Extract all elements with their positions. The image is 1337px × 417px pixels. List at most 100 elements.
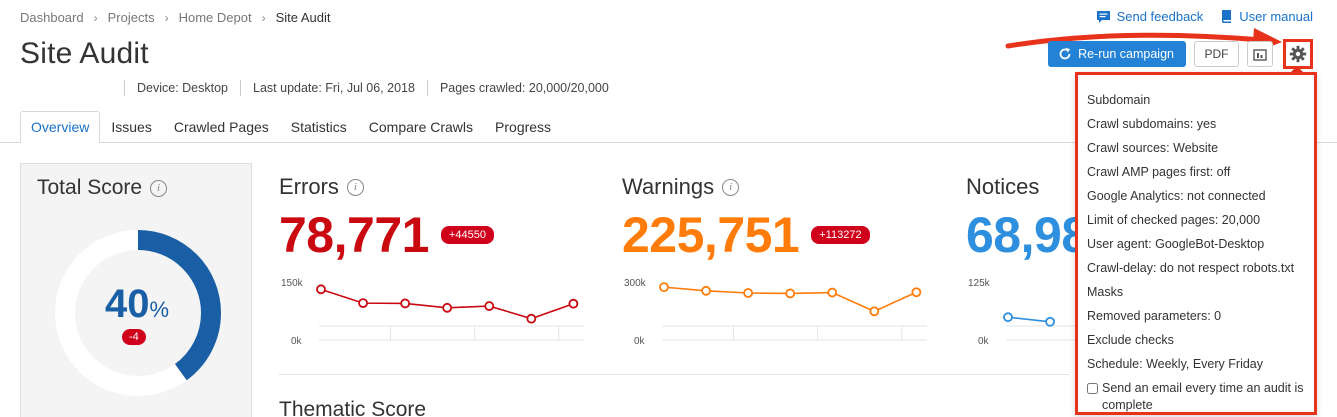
- header-links: Send feedback User manual: [1096, 9, 1313, 24]
- trend-point[interactable]: [785, 288, 796, 299]
- settings-item[interactable]: Subdomain: [1087, 88, 1304, 112]
- email-notification-label: Send an email every time an audit is com…: [1102, 381, 1304, 412]
- page-title: Site Audit: [20, 37, 149, 70]
- y-axis-min-label: 0k: [634, 336, 646, 347]
- breadcrumb-dashboard[interactable]: Dashboard: [20, 10, 84, 25]
- settings-item[interactable]: Crawl AMP pages first: off: [1087, 160, 1304, 184]
- trend-point[interactable]: [743, 288, 754, 298]
- info-icon[interactable]: i: [150, 179, 168, 197]
- trend-point[interactable]: [911, 287, 922, 298]
- warnings-trend-chart: 300k 0k: [624, 278, 927, 347]
- breadcrumb-project[interactable]: Home Depot: [179, 10, 252, 25]
- pdf-button[interactable]: PDF: [1194, 41, 1239, 67]
- settings-item[interactable]: Crawl-delay: do not respect robots.txt: [1087, 256, 1304, 280]
- settings-item[interactable]: Removed parameters: 0: [1087, 304, 1304, 328]
- settings-item[interactable]: Google Analytics: not connected: [1087, 184, 1304, 208]
- user-manual-label: User manual: [1239, 9, 1313, 24]
- warnings-count[interactable]: 225,751: [622, 206, 800, 264]
- total-score-card: Total Score i 40% -4: [20, 163, 252, 417]
- trend-point[interactable]: [400, 298, 411, 309]
- trend-point[interactable]: [358, 298, 368, 309]
- toolbar: Re-run campaign PDF: [1048, 39, 1313, 69]
- y-axis-max-label: 300k: [624, 278, 647, 289]
- section-divider: [279, 374, 1069, 375]
- settings-item[interactable]: Exclude checks: [1087, 328, 1304, 352]
- chevron-right-icon: ›: [261, 10, 266, 25]
- tab-issues[interactable]: Issues: [100, 111, 162, 143]
- tab-statistics[interactable]: Statistics: [280, 111, 358, 143]
- settings-button[interactable]: [1283, 39, 1313, 69]
- export-button[interactable]: [1247, 41, 1273, 67]
- settings-item[interactable]: User agent: GoogleBot-Desktop: [1087, 232, 1304, 256]
- settings-item[interactable]: Crawl subdomains: yes: [1087, 112, 1304, 136]
- export-icon: [1253, 49, 1267, 61]
- y-axis-min-label: 0k: [978, 336, 990, 347]
- warnings-value-row: 225,751 +113272: [622, 206, 870, 264]
- errors-value-row: 78,771 +44550: [279, 206, 494, 264]
- notices-count[interactable]: 68,98: [966, 206, 1089, 264]
- errors-trend-chart: 150k 0k: [281, 278, 584, 347]
- total-score-value: 40%: [21, 282, 253, 327]
- trend-point[interactable]: [701, 285, 711, 296]
- send-feedback-link[interactable]: Send feedback: [1096, 9, 1204, 24]
- tab-compare-crawls[interactable]: Compare Crawls: [358, 111, 484, 143]
- y-axis-max-label: 125k: [968, 278, 991, 289]
- errors-count[interactable]: 78,771: [279, 206, 429, 264]
- rerun-campaign-label: Re-run campaign: [1078, 47, 1174, 61]
- email-notification-checkbox[interactable]: [1087, 383, 1098, 394]
- trend-point[interactable]: [869, 306, 880, 317]
- notices-widget: Notices 68,98: [966, 174, 1089, 264]
- tab-overview[interactable]: Overview: [20, 111, 101, 143]
- chevron-right-icon: ›: [164, 10, 169, 25]
- score-unit: %: [149, 297, 170, 322]
- info-icon[interactable]: i: [346, 178, 364, 196]
- notices-label: Notices: [966, 174, 1040, 199]
- audit-meta: Device: Desktop Last update: Fri, Jul 06…: [124, 77, 621, 99]
- trend-point[interactable]: [316, 284, 326, 295]
- rerun-campaign-button[interactable]: Re-run campaign: [1048, 41, 1186, 67]
- breadcrumb-projects[interactable]: Projects: [108, 10, 155, 25]
- trend-point[interactable]: [484, 301, 495, 311]
- score-delta-badge: -4: [122, 329, 146, 345]
- trend-point[interactable]: [1003, 312, 1013, 323]
- errors-title: Errors i: [279, 174, 494, 200]
- trend-point[interactable]: [526, 313, 537, 324]
- trend-line: [1007, 316, 1051, 323]
- settings-item[interactable]: Limit of checked pages: 20,000: [1087, 208, 1304, 232]
- trend-point[interactable]: [827, 287, 838, 298]
- info-icon[interactable]: i: [722, 178, 740, 196]
- errors-widget: Errors i 78,771 +44550: [279, 174, 494, 264]
- warnings-title: Warnings i: [622, 174, 870, 200]
- warnings-label: Warnings: [622, 174, 715, 199]
- trend-point[interactable]: [568, 298, 579, 309]
- warnings-delta-badge: +113272: [811, 226, 870, 244]
- send-feedback-label: Send feedback: [1116, 9, 1204, 24]
- gear-icon: [1289, 45, 1307, 63]
- total-score-title: Total Score i: [37, 176, 168, 200]
- breadcrumb-current: Site Audit: [275, 10, 331, 25]
- trend-point[interactable]: [1045, 316, 1055, 327]
- settings-item[interactable]: Schedule: Weekly, Every Friday: [1087, 352, 1304, 376]
- chat-icon: [1096, 10, 1110, 23]
- settings-dropdown: Subdomain Crawl subdomains: yes Crawl sour…: [1075, 72, 1317, 415]
- chevron-right-icon: ›: [93, 10, 98, 25]
- notices-title: Notices: [966, 174, 1089, 200]
- errors-label: Errors: [279, 174, 339, 199]
- thematic-score-title: Thematic Score: [279, 398, 427, 417]
- user-manual-link[interactable]: User manual: [1221, 9, 1313, 24]
- errors-delta-badge: +44550: [440, 226, 494, 244]
- tab-crawled-pages[interactable]: Crawled Pages: [163, 111, 280, 143]
- y-axis-min-label: 0k: [291, 336, 303, 347]
- last-update-info: Last update: Fri, Jul 06, 2018: [240, 80, 427, 96]
- y-axis-max-label: 150k: [281, 278, 304, 289]
- device-info: Device: Desktop: [124, 80, 240, 96]
- settings-item[interactable]: Crawl sources: Website: [1087, 136, 1304, 160]
- trend-point[interactable]: [659, 282, 669, 293]
- settings-item[interactable]: Masks: [1087, 280, 1304, 304]
- tab-progress[interactable]: Progress: [484, 111, 562, 143]
- score-number: 40: [104, 282, 150, 326]
- email-notification-option[interactable]: Send an email every time an audit is com…: [1087, 380, 1304, 414]
- trend-point[interactable]: [442, 302, 453, 313]
- warnings-widget: Warnings i 225,751 +113272: [622, 174, 870, 264]
- book-icon: [1222, 10, 1232, 23]
